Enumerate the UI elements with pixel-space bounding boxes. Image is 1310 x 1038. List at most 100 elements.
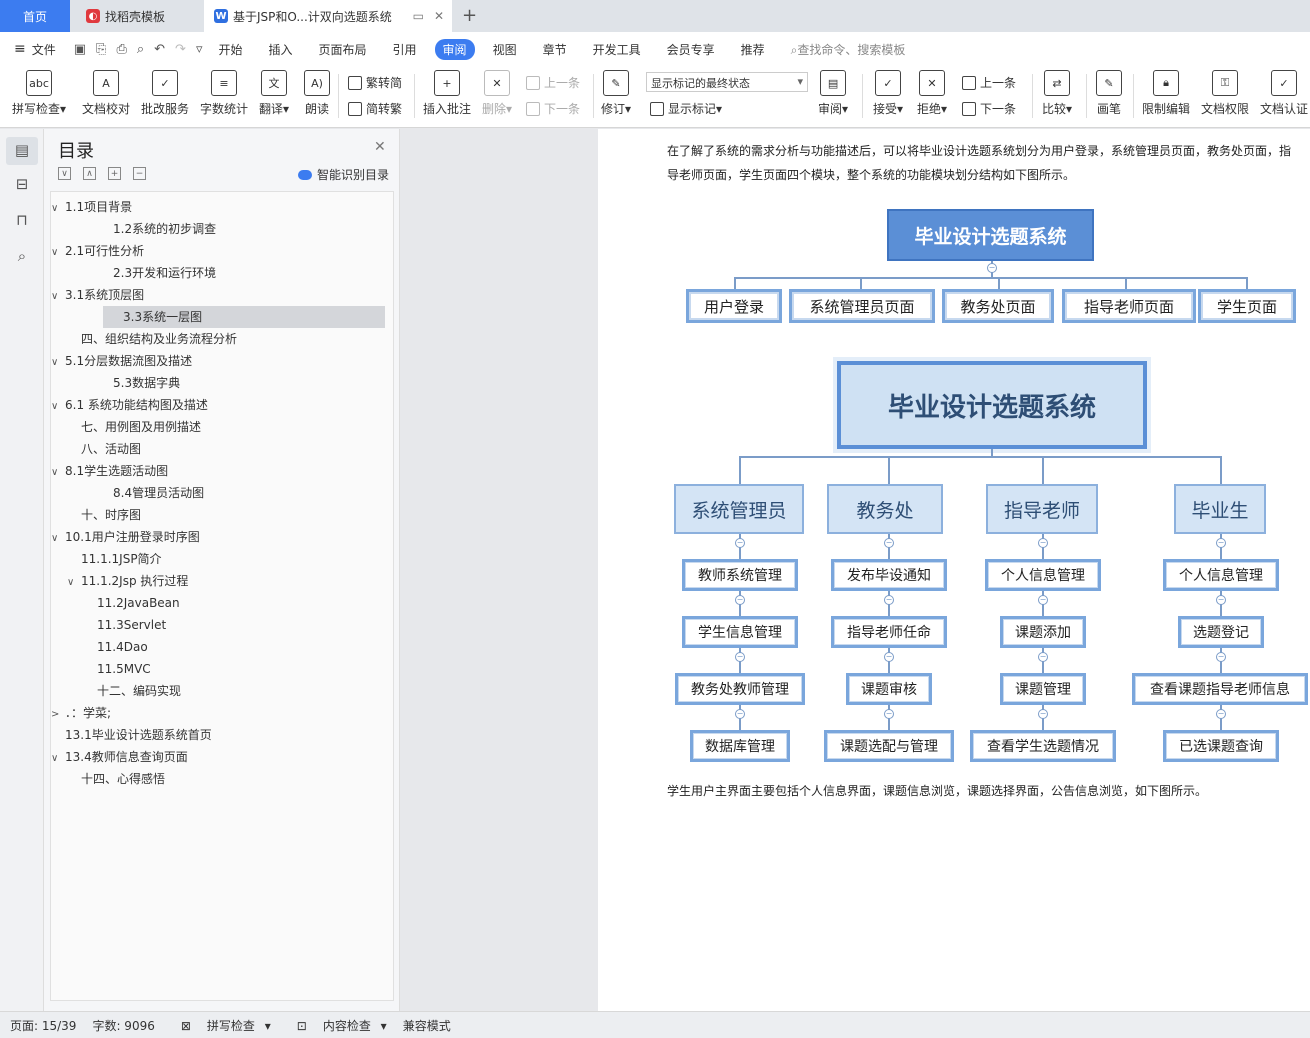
close-icon[interactable]: ✕ [434,9,444,23]
menu-review[interactable]: 审阅 [434,38,475,60]
chevron-down-icon[interactable]: ∨ [51,242,65,264]
export-icon[interactable]: ⎘ [96,42,106,57]
prev-change-button[interactable]: 上一条 [962,74,1016,91]
menu-start[interactable]: 开始 [218,41,242,58]
toc-item[interactable]: 8.4管理员活动图 [113,482,204,504]
menu-insert[interactable]: 插入 [269,41,293,58]
toc-item[interactable]: ∨ 6.1 系统功能结构图及描述 [51,394,208,416]
compare-button[interactable]: ⇄ 比较▾ [1042,70,1072,117]
menu-devtools[interactable]: 开发工具 [593,41,641,58]
toc-item[interactable]: 四、组织结构及业务流程分析 [81,328,237,350]
spell-check-button[interactable]: abc 拼写检查▾ [12,70,66,117]
translate-button[interactable]: 文翻译▾ [259,70,289,117]
tab-home[interactable]: 首页 [0,0,70,32]
toc-item[interactable]: 11.5MVC [97,658,151,680]
next-comment-button[interactable]: 下一条 [526,100,580,117]
undo-icon[interactable]: ↶ [154,42,165,57]
toc-item[interactable]: > ．：学菜; [51,702,111,724]
doc-permission-button[interactable]: ⚿ 文档权限 [1201,70,1249,117]
print-icon[interactable]: ⎙ [116,42,126,57]
tab-template[interactable]: ◐ 找稻壳模板 [74,0,200,32]
smart-toc-button[interactable]: 智能识别目录 [298,166,389,183]
read-aloud-button[interactable]: A) 朗读 [304,70,330,117]
insert-comment-button[interactable]: + 插入批注 [423,70,471,117]
proofread-button[interactable]: A 文档校对 [82,70,130,117]
doc-certify-button[interactable]: ✓ 文档认证 [1260,70,1308,117]
chevron-down-icon[interactable]: ∨ [51,286,65,308]
search-icon[interactable]: ⌕ [12,247,32,267]
toc-item[interactable]: 十、时序图 [81,504,141,526]
reject-button[interactable]: ✕ 拒绝▾ [917,70,947,117]
toc-item[interactable]: 十二、编码实现 [97,680,181,702]
restrict-edit-button[interactable]: 🔒︎ 限制编辑 [1142,70,1190,117]
toc-item[interactable]: 11.1.1JSP简介 [81,548,162,570]
new-tab-button[interactable]: + [462,5,477,26]
toc-item[interactable]: 11.4Dao [97,636,148,658]
window-icon[interactable]: ▭ [413,9,424,23]
toc-item[interactable]: ∨ 10.1用户注册登录时序图 [51,526,200,548]
toc-item[interactable]: 3.3系统一层图 [103,306,385,328]
revise-service-button[interactable]: ✓ 批改服务 [141,70,189,117]
chevron-down-icon[interactable]: ∨ [51,462,65,484]
menu-member[interactable]: 会员专享 [667,41,715,58]
toc-panel-icon[interactable]: ▤ [6,137,38,165]
toc-item[interactable]: 11.3Servlet [97,614,166,636]
toc-item[interactable]: 5.3数据字典 [113,372,180,394]
prev-comment-button[interactable]: 上一条 [526,74,580,91]
add-heading-icon[interactable]: + [108,167,121,180]
toc-item[interactable]: 2.3开发和运行环境 [113,262,216,284]
chevron-down-icon[interactable]: ∨ [51,528,65,550]
tab-document[interactable]: W 基于JSP和O...计双向选题系统 ▭ ✕ [204,0,452,32]
content-check-status[interactable]: ⊡ 内容检查 ▾ [287,1017,387,1034]
remove-heading-icon[interactable]: − [133,167,146,180]
page-indicator[interactable]: 页面: 15/39 [10,1017,76,1034]
toc-item[interactable]: ∨ 2.1可行性分析 [51,240,144,262]
review-pane-button[interactable]: ▤ 审阅▾ [818,70,848,117]
menu-reference[interactable]: 引用 [393,41,417,58]
chevron-down-icon[interactable]: ∨ [51,198,65,220]
accept-button[interactable]: ✓ 接受▾ [873,70,903,117]
delete-comment-button[interactable]: ✕ 删除▾ [482,70,512,117]
chapter-icon[interactable]: ⊟ [12,175,32,195]
toc-item[interactable]: ∨ 8.1学生选题活动图 [51,460,168,482]
toc-item[interactable]: 十四、心得感悟 [81,768,165,790]
show-markup-button[interactable]: 显示标记 ▾ [650,100,722,117]
chevron-down-icon[interactable]: ∨ [51,396,65,418]
save-icon[interactable]: ▣ [74,42,86,57]
close-icon[interactable]: ✕ [374,139,386,155]
pen-button[interactable]: ✎ 画笔 [1096,70,1122,117]
word-count[interactable]: 字数: 9096 [92,1017,154,1034]
to-traditional-button[interactable]: 繁转简 [348,74,402,91]
toc-item[interactable]: 七、用例图及用例描述 [81,416,201,438]
toc-item[interactable]: 13.1毕业设计选题系统首页 [65,724,212,746]
expand-all-icon[interactable]: ∨ [58,167,71,180]
toc-item[interactable]: 11.2JavaBean [97,592,180,614]
bookmark-icon[interactable]: ⊓ [12,211,32,231]
toc-item[interactable]: ∨ 3.1系统顶层图 [51,284,144,306]
menu-view[interactable]: 视图 [493,41,517,58]
collapse-all-icon[interactable]: ∧ [83,167,96,180]
toc-item[interactable]: ∨ 13.4教师信息查询页面 [51,746,188,768]
hamburger-icon[interactable]: ≡ [14,41,26,57]
markup-state-select[interactable]: 显示标记的最终状态 [646,72,808,92]
next-change-button[interactable]: 下一条 [962,100,1016,117]
toc-item[interactable]: 1.2系统的初步调查 [113,218,216,240]
chevron-right-icon[interactable]: > [51,704,65,726]
chevron-down-icon[interactable]: ∨ [51,748,65,770]
toc-item[interactable]: ∨ 5.1分层数据流图及描述 [51,350,192,372]
redo-icon[interactable]: ↷ [175,42,186,57]
menu-chapter[interactable]: 章节 [543,41,567,58]
toc-item[interactable]: ∨ 1.1项目背景 [51,196,132,218]
command-search[interactable]: ⌕查找命令、搜索模板 [791,41,906,58]
menu-layout[interactable]: 页面布局 [319,41,367,58]
chevron-down-icon[interactable]: ∨ [67,572,81,594]
to-simplified-button[interactable]: 简转繁 [348,100,402,117]
chevron-down-icon[interactable]: ∨ [51,352,65,374]
preview-icon[interactable]: ⌕ [137,42,144,57]
menu-recommend[interactable]: 推荐 [741,41,765,58]
spell-check-status[interactable]: ⊠ 拼写检查 ▾ [171,1017,271,1034]
toc-item[interactable]: ∨ 11.1.2Jsp 执行过程 [67,570,188,592]
track-changes-button[interactable]: ✎ 修订▾ [601,70,631,117]
menu-file[interactable]: 文件 [32,41,56,58]
toc-item[interactable]: 八、活动图 [81,438,141,460]
